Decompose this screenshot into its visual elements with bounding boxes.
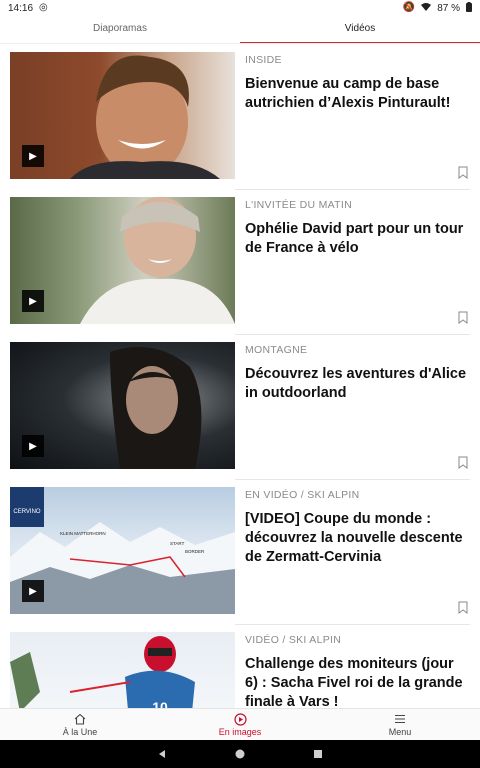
wifi-icon [421, 2, 432, 14]
play-circle-icon [233, 712, 247, 726]
bookmark-icon[interactable] [458, 166, 468, 179]
status-bar: 14:16 ◎ 🔕 87 % [0, 0, 480, 16]
article-title[interactable]: Challenge des moniteurs (jour 6) : Sacha… [245, 655, 470, 708]
nav-item-a-la-une[interactable]: À la Une [0, 709, 160, 740]
article-title[interactable]: Découvrez les aventures d'Alice in outdo… [245, 365, 470, 403]
bookmark-icon[interactable] [458, 311, 468, 324]
system-navigation-bar [0, 740, 480, 768]
status-time: 14:16 [8, 2, 34, 14]
list-item[interactable]: ▶ L'INVITÉE DU MATIN Ophélie David part … [0, 189, 480, 334]
video-list[interactable]: ▶ INSIDE Bienvenue au camp de base autri… [0, 44, 480, 708]
article-category: EN VIDÉO / SKI ALPIN [245, 489, 360, 501]
back-icon[interactable] [157, 749, 167, 759]
play-icon[interactable]: ▶ [22, 290, 44, 312]
article-category: INSIDE [245, 54, 282, 66]
map-label-klein: KLEIN MATTERHORN [60, 531, 106, 536]
battery-percent: 87 % [437, 2, 460, 14]
tab-diaporamas[interactable]: Diaporamas [0, 16, 240, 44]
map-label-border: BORDER [185, 549, 205, 554]
tab-videos[interactable]: Vidéos [240, 16, 480, 44]
bookmark-icon[interactable] [458, 456, 468, 469]
nav-label: À la Une [62, 727, 98, 737]
recents-icon[interactable] [313, 749, 323, 759]
battery-icon [466, 1, 472, 15]
map-label-start: START [170, 541, 185, 546]
nav-item-en-images[interactable]: En images [160, 709, 320, 740]
article-category: MONTAGNE [245, 344, 308, 356]
video-thumbnail[interactable]: ▶ [10, 342, 235, 469]
play-icon[interactable]: ▶ [22, 435, 44, 457]
video-thumbnail[interactable]: 10 [10, 632, 235, 708]
article-title[interactable]: [VIDEO] Coupe du monde : découvrez la no… [245, 510, 470, 567]
zermatt-logo-text: CERVINO [13, 509, 41, 515]
play-icon[interactable]: ▶ [22, 580, 44, 602]
article-title[interactable]: Ophélie David part pour un tour de Franc… [245, 220, 470, 258]
content-tabs: Diaporamas Vidéos [0, 16, 480, 44]
thumbnail-image: 10 [10, 636, 195, 708]
bookmark-icon[interactable] [458, 601, 468, 614]
sync-icon: ◎ [39, 2, 48, 13]
home-circle-icon[interactable] [235, 749, 245, 759]
nav-label: En images [218, 727, 262, 737]
bib-number: 10 [152, 699, 168, 708]
bottom-navigation: À la Une En images Menu [0, 708, 480, 740]
video-thumbnail[interactable]: ▶ [10, 197, 235, 324]
article-title[interactable]: Bienvenue au camp de base autrichien d’A… [245, 75, 470, 113]
list-item[interactable]: ▶ INSIDE Bienvenue au camp de base autri… [0, 44, 480, 189]
play-icon[interactable]: ▶ [22, 145, 44, 167]
list-item[interactable]: ▶ MONTAGNE Découvrez les aventures d'Ali… [0, 334, 480, 479]
menu-icon [393, 712, 407, 726]
video-thumbnail[interactable]: ▶ [10, 52, 235, 179]
video-thumbnail[interactable]: CERVINO KLEIN MATTERHORN START BORDER ▶ [10, 487, 235, 614]
article-category: VIDÉO / SKI ALPIN [245, 634, 342, 646]
mute-icon: 🔕 [402, 2, 416, 13]
list-item[interactable]: 10 VIDÉO / SKI ALPIN Challenge des monit… [0, 624, 480, 708]
home-icon [73, 712, 87, 726]
article-category: L'INVITÉE DU MATIN [245, 199, 352, 211]
nav-item-menu[interactable]: Menu [320, 709, 480, 740]
nav-label: Menu [388, 727, 412, 737]
list-item[interactable]: CERVINO KLEIN MATTERHORN START BORDER ▶ … [0, 479, 480, 624]
